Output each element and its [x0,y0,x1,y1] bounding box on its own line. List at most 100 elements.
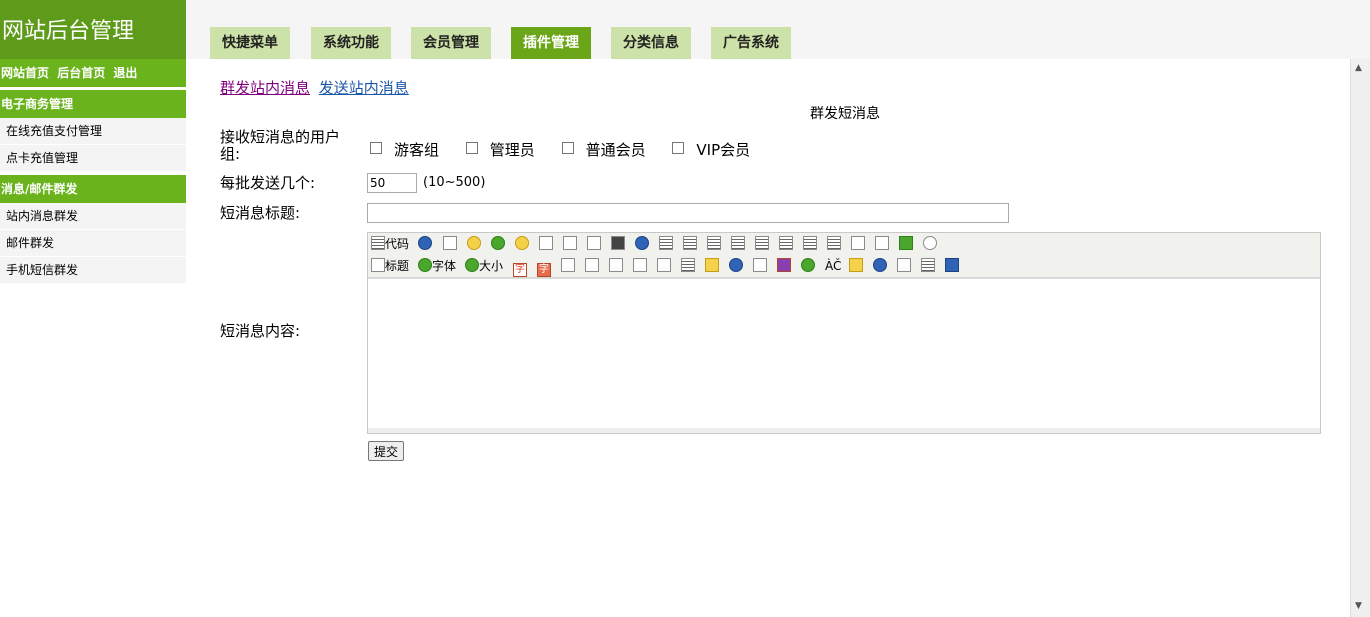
hr-button[interactable] [849,258,863,274]
sidebar-item-sms[interactable]: 手机短信群发 [0,257,186,284]
group-member[interactable]: 普通会员 [561,139,646,160]
subject-label: 短消息标题: [220,204,301,222]
special-char-button[interactable]: ÀČ [825,258,841,274]
cut-button[interactable] [539,236,553,252]
batch-size-input[interactable] [367,173,417,193]
scroll-down-icon[interactable]: ▼ [1355,601,1362,611]
align-left-button[interactable] [659,236,673,252]
image-icon [705,258,719,272]
submit-button[interactable]: 提交 [368,441,405,461]
unlink-button[interactable] [897,258,911,274]
font-size-button[interactable]: 大小 [465,258,503,274]
group-admin[interactable]: 管理员 [465,139,535,160]
fullscreen-icon [443,236,457,250]
archive-icon [777,258,791,272]
paste-word-button[interactable] [635,236,649,252]
outdent-button[interactable] [827,236,841,252]
emoticon-button[interactable] [515,236,529,252]
main-content: 群发站内消息 发送站内消息 群发短消息 接收短消息的用户组: 游客组 管理员 普… [186,59,1350,617]
search-icon [418,236,432,250]
bg-color-button[interactable]: 字 [537,258,551,277]
scroll-up-icon[interactable]: ▲ [1355,63,1362,73]
align-left-icon [659,236,673,250]
font-button[interactable]: 字体 [418,258,456,274]
editor-toolbar-row-1: 代码 [368,233,1320,255]
page-break-button[interactable] [945,258,959,274]
fullscreen-button[interactable] [443,236,457,252]
content-edit-area[interactable] [368,278,1320,429]
tab-classifieds[interactable]: 分类信息 [611,27,691,59]
rich-text-editor: 代码 标题 字体 大小 字 字 ÀČ [367,232,1321,434]
checkbox[interactable] [465,142,478,154]
checkbox[interactable] [561,142,574,154]
redo-button[interactable] [491,236,505,252]
sidebar-item-online-pay[interactable]: 在线充值支付管理 [0,118,186,145]
date-button[interactable] [899,236,913,252]
sidebar-item-site-msg[interactable]: 站内消息群发 [0,203,186,230]
justify-button[interactable] [731,236,745,252]
brand-title: 网站后台管理 [2,19,135,44]
sidebar-item-mail[interactable]: 邮件群发 [0,230,186,257]
checkbox[interactable] [370,142,382,154]
vertical-scrollbar[interactable]: ▲ ▼ [1350,59,1370,617]
strike-button[interactable] [633,258,647,274]
superscript-button[interactable] [875,236,889,252]
group-vip[interactable]: VIP会员 [672,139,750,160]
justify-icon [731,236,745,250]
paste-text-button[interactable] [611,236,625,252]
tab-system[interactable]: 系统功能 [311,27,391,59]
flash-button[interactable] [729,258,743,274]
paste-button[interactable] [587,236,601,252]
link-send-message[interactable]: 发送站内消息 [319,79,409,97]
remove-format-button[interactable] [657,258,671,274]
heading-button[interactable]: 标题 [371,258,409,274]
link-logout[interactable]: 退出 [113,66,137,80]
underline-button[interactable] [609,258,623,274]
bold-icon [561,258,575,272]
paste-word-icon [635,236,649,250]
select-all-button[interactable] [681,258,695,274]
sidebar-section-ecommerce[interactable]: 电子商务管理 [0,90,186,118]
unlink-icon [897,258,911,272]
paste-text-icon [611,236,625,250]
outdent-icon [827,236,841,250]
link-button[interactable] [873,258,887,274]
subscript-button[interactable] [851,236,865,252]
checkbox[interactable] [672,142,685,154]
comment-button[interactable] [801,258,815,274]
italic-button[interactable] [585,258,599,274]
subject-input[interactable] [367,203,1009,223]
align-center-button[interactable] [683,236,697,252]
horizontal-rule-icon [849,258,863,272]
copy-icon [563,236,577,250]
archive-button[interactable] [777,258,791,274]
unordered-list-button[interactable] [779,236,793,252]
indent-button[interactable] [803,236,817,252]
link-site-home[interactable]: 网站首页 [1,66,49,80]
unordered-list-icon [779,236,793,250]
align-center-icon [683,236,697,250]
top-bar: 网站后台管理 快捷菜单 系统功能 会员管理 插件管理 分类信息 广告系统 [0,0,1370,59]
tab-members[interactable]: 会员管理 [411,27,491,59]
sidebar-item-card-recharge[interactable]: 点卡充值管理 [0,145,186,172]
tab-plugins[interactable]: 插件管理 [511,27,591,59]
search-button[interactable] [418,236,432,252]
copy-button[interactable] [563,236,577,252]
sidebar-section-messages[interactable]: 消息/邮件群发 [0,175,186,203]
image-button[interactable] [705,258,719,274]
align-right-button[interactable] [707,236,721,252]
ordered-list-button[interactable] [755,236,769,252]
link-group-message[interactable]: 群发站内消息 [220,79,310,97]
calendar-icon [899,236,913,250]
media-button[interactable] [753,258,767,274]
code-button[interactable]: 代码 [371,236,409,252]
tab-ads[interactable]: 广告系统 [711,27,791,59]
group-guest[interactable]: 游客组 [370,139,439,160]
table-button[interactable] [921,258,935,274]
time-button[interactable] [923,236,937,252]
link-admin-home[interactable]: 后台首页 [57,66,105,80]
tab-quick-menu[interactable]: 快捷菜单 [210,27,290,59]
text-color-button[interactable]: 字 [513,258,527,277]
bold-button[interactable] [561,258,575,274]
undo-button[interactable] [467,236,481,252]
